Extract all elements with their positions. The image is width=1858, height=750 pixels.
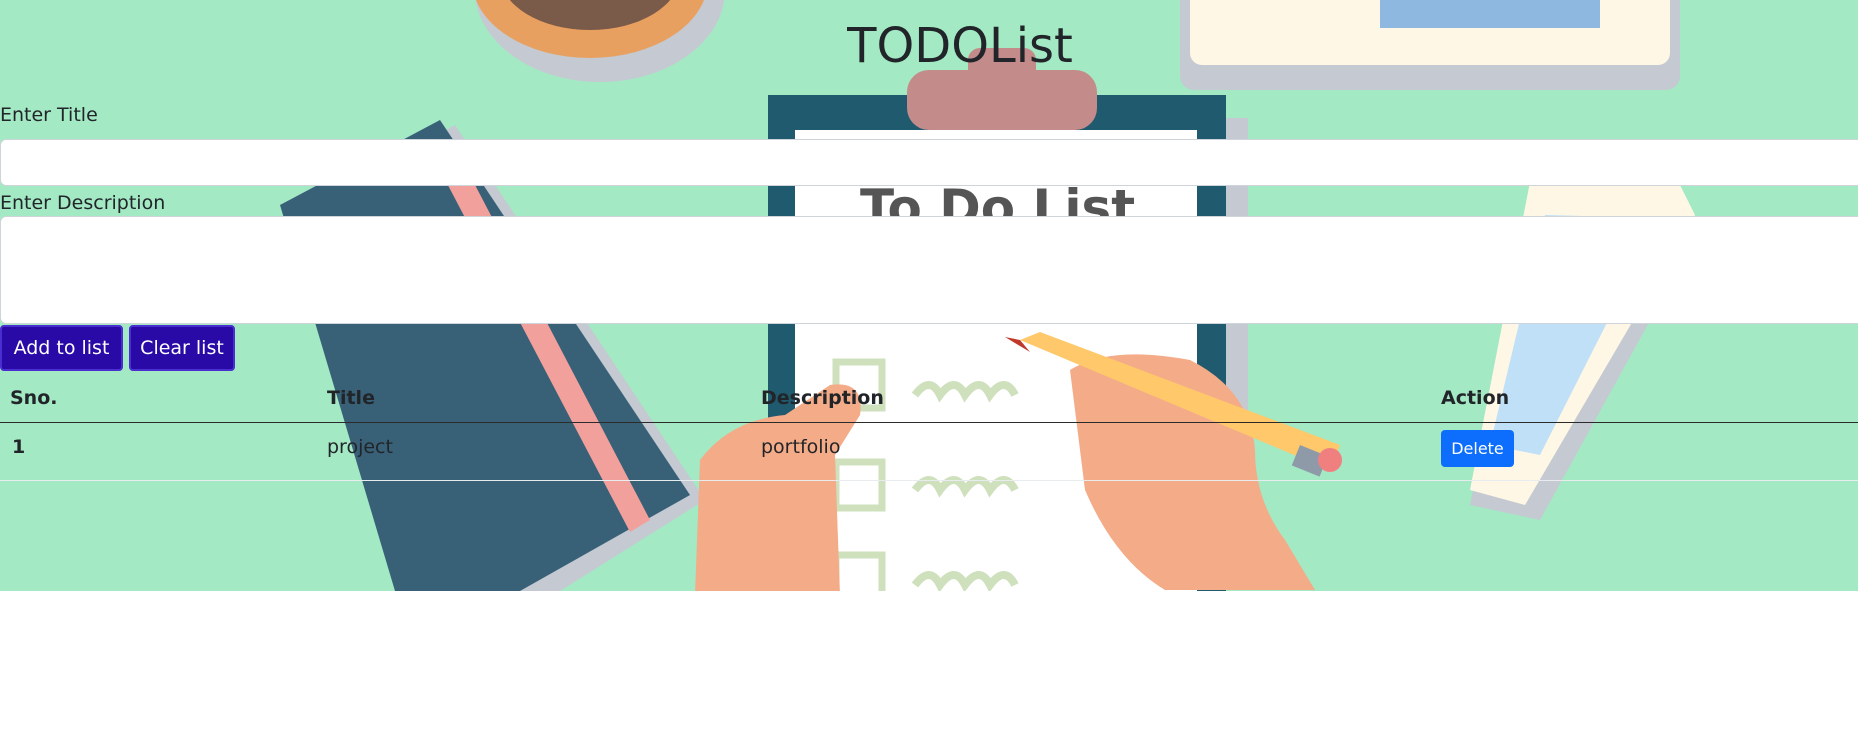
header-title: Title	[327, 387, 375, 409]
title-field-label: Enter Title	[0, 104, 98, 126]
add-to-list-button[interactable]: Add to list	[0, 325, 123, 371]
cell-sno: 1	[12, 436, 26, 458]
table-row: 1 project portfolio Delete	[0, 422, 1858, 481]
cell-title: project	[327, 436, 393, 458]
header-description: Description	[761, 387, 884, 409]
page-footer-space	[0, 591, 1858, 750]
description-input[interactable]	[0, 216, 1858, 324]
header-action: Action	[1441, 387, 1510, 409]
description-field-label: Enter Description	[0, 192, 166, 214]
table-header-row: Sno. Title Description Action	[0, 375, 1858, 423]
title-input[interactable]	[0, 139, 1858, 186]
delete-button[interactable]: Delete	[1441, 430, 1514, 467]
page-title: TODOList	[847, 18, 1073, 74]
header-sno: Sno.	[10, 387, 58, 409]
cell-description: portfolio	[761, 436, 841, 458]
clear-list-button[interactable]: Clear list	[129, 325, 235, 371]
hero-background: To Do List TODOList Enter Title Enter De…	[0, 0, 1858, 591]
